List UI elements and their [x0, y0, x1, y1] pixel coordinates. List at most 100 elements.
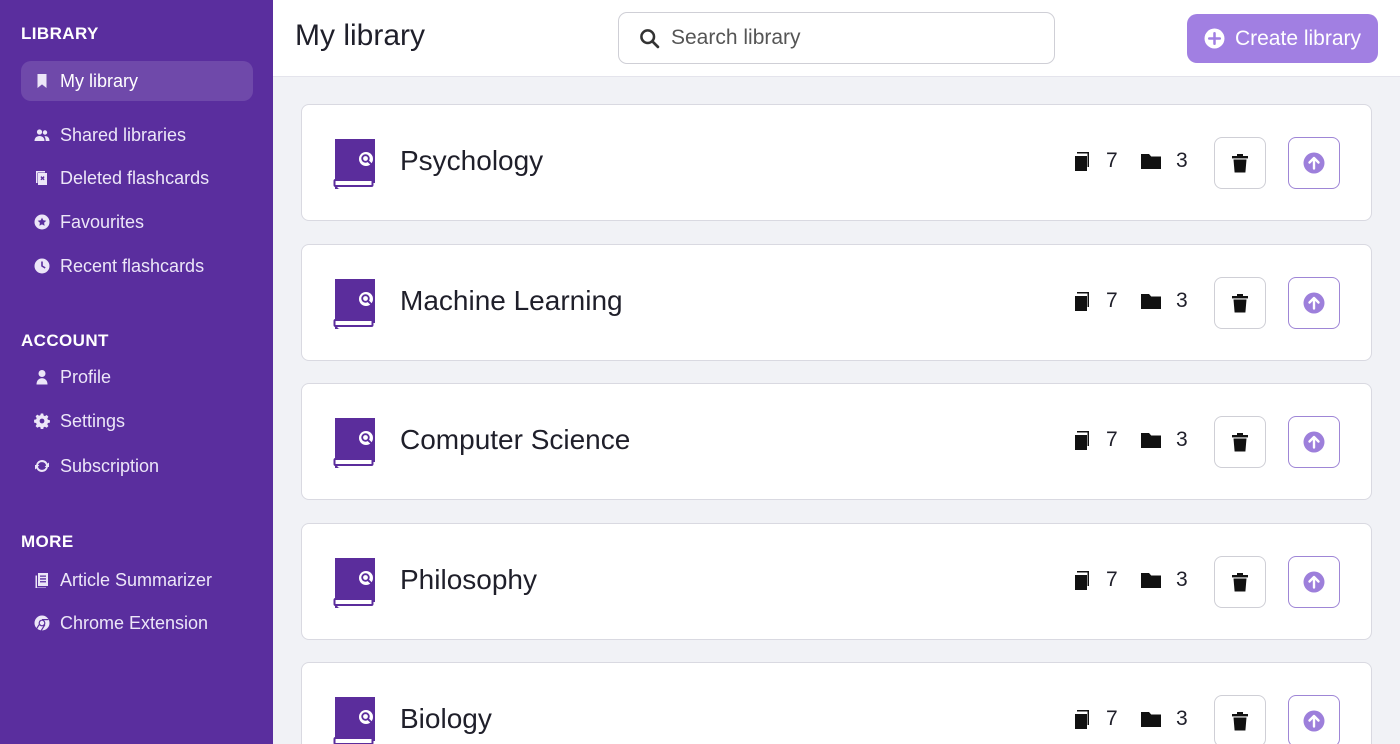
library-card[interactable]: Machine Learning 7 3 [301, 244, 1372, 361]
trash-icon [1232, 154, 1248, 173]
upload-button[interactable] [1288, 277, 1340, 329]
flashcard-count: 7 [1070, 568, 1118, 592]
sidebar-item-label: Subscription [60, 455, 160, 476]
flashcard-count: 7 [1070, 289, 1118, 313]
star-circle-icon [33, 213, 51, 231]
search-input[interactable] [671, 26, 1031, 50]
section-title-more: MORE [21, 532, 74, 551]
section-title-library: LIBRARY [21, 24, 99, 43]
upload-button[interactable] [1288, 556, 1340, 608]
folder-count: 3 [1140, 428, 1188, 452]
sidebar-item-shared-libraries[interactable]: Shared libraries [21, 115, 253, 155]
upload-icon [1303, 710, 1325, 732]
flashcard-count-value: 7 [1106, 707, 1118, 730]
sidebar-item-label: Article Summarizer [60, 569, 213, 590]
library-card[interactable]: Biology 7 3 [301, 662, 1372, 744]
plus-circle-icon [1204, 28, 1225, 49]
article-icon [33, 571, 51, 589]
sidebar-item-subscription[interactable]: Subscription [21, 446, 253, 486]
sidebar-item-profile[interactable]: Profile [21, 357, 253, 397]
create-library-label: Create library [1234, 26, 1362, 50]
sidebar-item-deleted-flashcards[interactable]: Deleted flashcards [21, 158, 253, 198]
book-icon [333, 418, 375, 468]
flashcards-icon [1075, 431, 1089, 450]
library-card[interactable]: Philosophy 7 3 [301, 523, 1372, 640]
sidebar-item-favourites[interactable]: Favourites [21, 202, 253, 242]
sidebar-item-settings[interactable]: Settings [21, 401, 253, 441]
refresh-icon [33, 457, 51, 475]
upload-icon [1303, 292, 1325, 314]
folder-icon [1141, 294, 1161, 309]
trash-icon [1232, 712, 1248, 731]
delete-button[interactable] [1214, 277, 1266, 329]
folder-icon [1141, 573, 1161, 588]
sidebar-item-label: Chrome Extension [60, 612, 209, 633]
sidebar-item-my-library[interactable]: My library [21, 61, 253, 101]
search-icon [640, 28, 660, 48]
folder-count: 3 [1140, 289, 1188, 313]
flashcard-count-value: 7 [1106, 149, 1118, 172]
gear-icon [33, 412, 51, 430]
sidebar-item-label: Deleted flashcards [60, 167, 210, 188]
sidebar-item-label: My library [60, 70, 139, 91]
upload-button[interactable] [1288, 416, 1340, 468]
trash-icon [1232, 433, 1248, 452]
create-library-button[interactable]: Create library [1187, 14, 1378, 63]
flashcard-count: 7 [1070, 707, 1118, 731]
trash-icon [1232, 294, 1248, 313]
sidebar-item-article-summarizer[interactable]: Article Summarizer [21, 560, 253, 600]
flashcard-count-value: 7 [1106, 289, 1118, 312]
upload-button[interactable] [1288, 695, 1340, 744]
user-icon [33, 368, 51, 386]
folder-count: 3 [1140, 707, 1188, 731]
sidebar-item-chrome-extension[interactable]: Chrome Extension [21, 603, 253, 643]
sidebar-item-label: Profile [60, 366, 112, 387]
library-name: Psychology [400, 145, 544, 176]
trash-icon [1232, 573, 1248, 592]
folder-count-value: 3 [1176, 289, 1188, 312]
folder-icon [1141, 433, 1161, 448]
library-card[interactable]: Psychology 7 3 [301, 104, 1372, 221]
library-name: Machine Learning [400, 285, 623, 316]
sidebar-item-recent-flashcards[interactable]: Recent flashcards [21, 246, 253, 286]
deleted-cards-icon [33, 169, 51, 187]
sidebar: LIBRARY My library Shared libraries Dele… [0, 0, 273, 744]
flashcards-icon [1075, 152, 1089, 171]
flashcard-count-value: 7 [1106, 428, 1118, 451]
flashcards-icon [1075, 292, 1089, 311]
sidebar-item-label: Recent flashcards [60, 255, 205, 276]
page-title: My library [295, 19, 426, 52]
upload-button[interactable] [1288, 137, 1340, 189]
flashcard-count-value: 7 [1106, 568, 1118, 591]
library-name: Computer Science [400, 424, 631, 455]
folder-count: 3 [1140, 568, 1188, 592]
upload-icon [1303, 431, 1325, 453]
top-bar: My library Create library [273, 0, 1400, 77]
book-icon [333, 697, 375, 744]
delete-button[interactable] [1214, 695, 1266, 744]
library-name: Biology [400, 703, 492, 734]
delete-button[interactable] [1214, 416, 1266, 468]
search-box[interactable] [618, 12, 1055, 64]
book-icon [333, 279, 375, 329]
flashcards-icon [1075, 710, 1089, 729]
folder-count-value: 3 [1176, 568, 1188, 591]
folder-count-value: 3 [1176, 428, 1188, 451]
flashcard-count: 7 [1070, 149, 1118, 173]
upload-icon [1303, 152, 1325, 174]
sidebar-item-label: Favourites [60, 211, 145, 232]
sidebar-item-label: Settings [60, 410, 126, 431]
library-card[interactable]: Computer Science 7 3 [301, 383, 1372, 500]
delete-button[interactable] [1214, 556, 1266, 608]
folder-icon [1141, 712, 1161, 727]
library-name: Philosophy [400, 564, 537, 595]
folder-count-value: 3 [1176, 707, 1188, 730]
section-title-account: ACCOUNT [21, 331, 109, 350]
flashcard-count: 7 [1070, 428, 1118, 452]
sidebar-item-label: Shared libraries [60, 124, 187, 145]
clock-icon [33, 257, 51, 275]
delete-button[interactable] [1214, 137, 1266, 189]
folder-count-value: 3 [1176, 149, 1188, 172]
folder-count: 3 [1140, 149, 1188, 173]
upload-icon [1303, 571, 1325, 593]
